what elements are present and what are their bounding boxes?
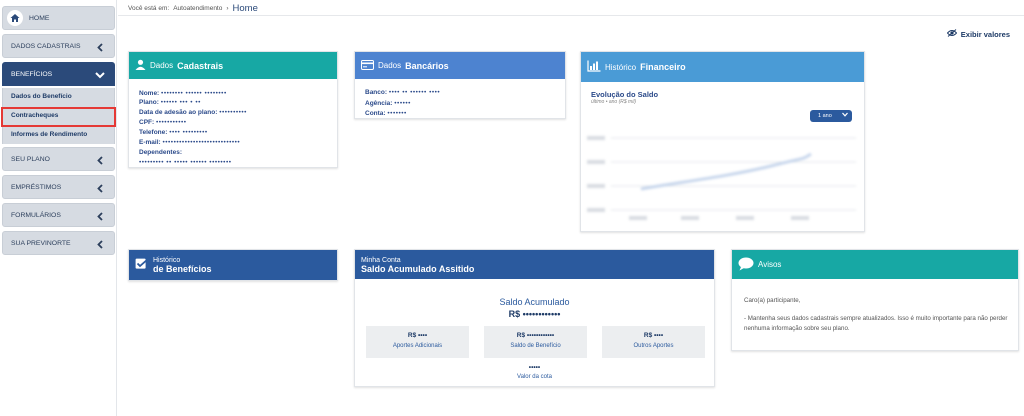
chevron-down-icon [94,69,106,81]
period-select[interactable]: 1 ano [810,110,852,122]
field-nome: Nome: •••••••• •••••• •••••••• [139,90,227,97]
show-values-button[interactable]: Exibir valores [946,29,1010,39]
box-value: R$ •••••••••••• [516,332,555,339]
card-dados-cadastrais: Dados Cadastrais Nome: •••••••• •••••• •… [128,51,338,168]
card-title-light: Dados [378,61,402,70]
card-avisos: Avisos Caro(a) participante, - Mantenha … [731,249,1019,351]
field-plano: Plano: •••••• ••• • •• [139,99,201,106]
chevron-left-icon [94,210,106,222]
nav-seu-plano[interactable]: SEU PLANO [2,147,115,171]
nav-emprestimos[interactable]: EMPRÉSTIMOS [2,175,115,199]
period-value: 1 ano [818,113,832,119]
chat-bubble-icon [738,257,754,273]
card-title: Avisos [758,260,782,269]
nav-label: FORMULÁRIOS [11,211,61,219]
nav-home[interactable]: HOME [2,6,115,30]
field-dependente-nome: ••••••••• •• ••••• •••••• •••••••• [139,159,232,166]
selection-highlight [1,107,116,127]
balance-chart-blurred [587,136,856,220]
breadcrumb-separator-icon: › [226,5,229,12]
field-dependentes: Dependentes: [139,149,182,156]
card-title-light: Dados [150,61,174,70]
show-values-label: Exibir valores [960,29,1010,39]
chart-subtitle: último • ano (R$ mil) [591,99,637,105]
card-header: Minha Conta Saldo Acumulado Assitido [355,250,714,279]
checkbox-icon [135,258,149,272]
box-aportes-adicionais: R$ •••• Aportes Adicionais [366,326,469,358]
eye-icon [946,29,957,39]
breadcrumb-section[interactable]: Autoatendimento [173,5,222,12]
chevron-down-icon [842,112,848,119]
chevron-left-icon [94,41,106,53]
saldo-value: R$ •••••••••••• [508,309,561,319]
avisos-message: - Mantenha seus dados cadastrais sempre … [744,315,1008,332]
field-conta: Conta: ••••••• [365,110,407,117]
card-title-line2: Saldo Acumulado Assitido [361,263,475,274]
card-title-bold: Financeiro [640,62,686,72]
card-header: Avisos [732,250,1018,279]
card-saldo-acumulado: Minha Conta Saldo Acumulado Assitido Sal… [354,249,715,387]
cota-value: ••••• [528,364,541,371]
box-label: Aportes Adicionais [392,343,443,349]
cota-label: Valor da cota [517,374,552,380]
saldo-label: Saldo Acumulado [499,297,570,307]
nav-label: EMPRÉSTIMOS [11,183,62,191]
card-dados-bancarios: Dados Bancários Banco: •••• •• •••••• ••… [354,51,566,119]
box-value: R$ •••• [643,332,664,339]
card-title-bold: Cadastrais [177,60,224,71]
breadcrumb-current: Home [232,3,258,14]
header-divider [118,15,1024,16]
card-title-line2: de Benefícios [153,264,212,274]
breadcrumb-prefix: Você está em: [128,5,170,12]
nav-label: SUA PREVINORTE [11,239,71,247]
box-label: Saldo de Benefício [510,343,561,349]
nav-beneficios[interactable]: BENEFÍCIOS [2,62,115,86]
submenu-informes-rendimento[interactable]: Informes de Rendimento [11,131,87,138]
sidebar: HOME DADOS CADASTRAIS BENEFÍCIOS Dados d… [0,0,117,416]
credit-card-icon [361,59,374,72]
field-data-adesao: Data de adesão ao plano: •••••••••• [139,109,247,116]
card-title-light: Histórico [605,62,637,72]
card-historico-beneficios[interactable]: Histórico de Benefícios [128,249,338,281]
chart-title: Evolução do Saldo [591,90,659,99]
nav-home-label: HOME [29,14,50,22]
breadcrumb: Você está em: Autoatendimento › Home [128,3,258,14]
nav-formularios[interactable]: FORMULÁRIOS [2,203,115,227]
field-telefone: Telefone: •••• ••••••••• [139,129,208,136]
box-saldo-beneficio: R$ •••••••••••• Saldo de Benefício [484,326,587,358]
nav-dados-cadastrais[interactable]: DADOS CADASTRAIS [2,34,115,58]
nav-label: DADOS CADASTRAIS [11,42,81,50]
user-icon [135,59,146,72]
box-outros-aportes: R$ •••• Outros Aportes [602,326,705,358]
chevron-left-icon [94,182,106,194]
card-header: Dados Cadastrais [129,52,337,79]
field-agencia: Agência: •••••• [365,100,411,107]
field-cpf: CPF: ••••••••••• [139,119,187,126]
bar-chart-icon [587,60,601,74]
box-label: Outros Aportes [633,343,674,349]
field-email: E-mail: •••••••••••••••••••••••••••• [139,139,241,146]
card-header: Histórico de Benefícios [129,250,337,280]
submenu-dados-beneficio[interactable]: Dados do Benefício [11,93,72,100]
card-historico-financeiro: Histórico Financeiro Evolução do Saldo ú… [580,51,865,232]
card-header: Histórico Financeiro [581,52,864,82]
card-header: Dados Bancários [355,52,565,79]
home-icon [7,10,23,26]
field-banco: Banco: •••• •• •••••• •••• [365,89,441,96]
nav-label: BENEFÍCIOS [11,70,53,78]
nav-sua-previnorte[interactable]: SUA PREVINORTE [2,231,115,255]
nav-label: SEU PLANO [11,155,50,163]
avisos-greeting: Caro(a) participante, [744,297,801,304]
box-value: R$ •••• [407,332,428,339]
card-title-bold: Bancários [405,60,449,71]
chevron-left-icon [94,238,106,250]
chevron-left-icon [94,154,106,166]
